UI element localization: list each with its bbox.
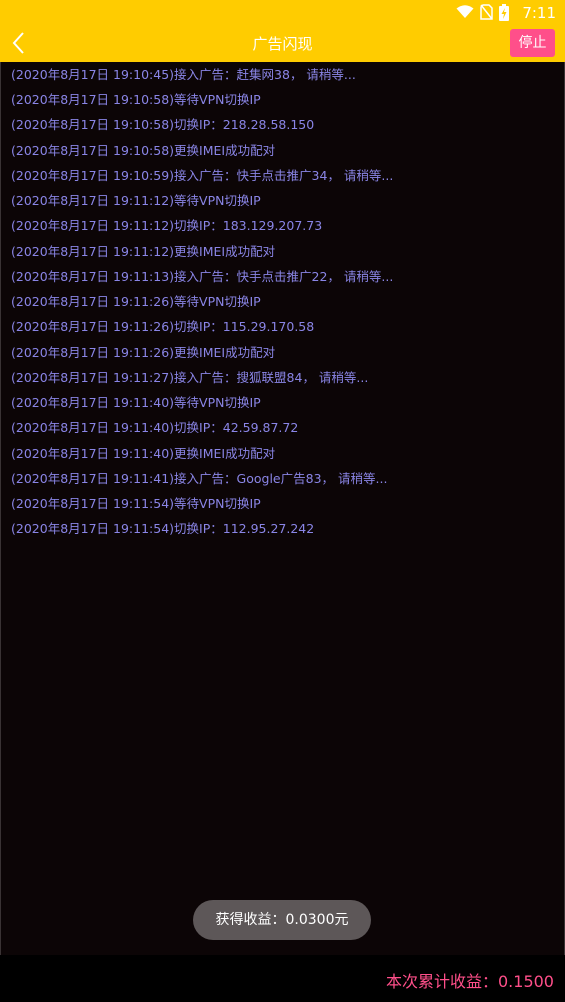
page-title: 广告闪现 xyxy=(252,35,313,53)
footer-bar: 本次累计收益：0.1500 xyxy=(0,955,565,1002)
status-time: 7:11 xyxy=(522,4,556,22)
stop-button[interactable]: 停止 xyxy=(510,29,555,57)
log-line: (2020年8月17日 19:11:12)等待VPN切换IP xyxy=(11,193,261,208)
log-line: (2020年8月17日 19:11:40)等待VPN切换IP xyxy=(11,395,261,410)
no-sim-icon xyxy=(480,4,493,20)
log-line: (2020年8月17日 19:11:41)接入广告：Google广告83， 请稍… xyxy=(11,471,388,486)
log-line: (2020年8月17日 19:11:54)等待VPN切换IP xyxy=(11,496,261,511)
log-line: (2020年8月17日 19:10:58)更换IMEI成功配对 xyxy=(11,143,276,158)
log-line: (2020年8月17日 19:10:59)接入广告：快手点击推广34， 请稍等.… xyxy=(11,168,394,183)
log-line: (2020年8月17日 19:11:54)切换IP：112.95.27.242 xyxy=(11,521,315,536)
log-line: (2020年8月17日 19:11:27)接入广告：搜狐联盟84， 请稍等... xyxy=(11,370,369,385)
status-icons xyxy=(456,3,509,21)
log-line: (2020年8月17日 19:10:58)切换IP：218.28.58.150 xyxy=(11,117,315,132)
log-line: (2020年8月17日 19:11:40)更换IMEI成功配对 xyxy=(11,446,276,461)
log-line: (2020年8月17日 19:11:13)接入广告：快手点击推广22， 请稍等.… xyxy=(11,269,394,284)
battery-charging-icon xyxy=(499,3,509,21)
log-line: (2020年8月17日 19:10:45)接入广告：赶集网38， 请稍等... xyxy=(11,67,356,82)
log-line: (2020年8月17日 19:11:26)切换IP：115.29.170.58 xyxy=(11,319,315,334)
total-earnings: 本次累计收益：0.1500 xyxy=(386,972,554,991)
log-panel[interactable]: (2020年8月17日 19:10:45)接入广告：赶集网38， 请稍等... … xyxy=(0,62,565,955)
app-header: 7:11 广告闪现 停止 xyxy=(0,0,565,62)
log-line: (2020年8月17日 19:11:40)切换IP：42.59.87.72 xyxy=(11,420,299,435)
log-line: (2020年8月17日 19:11:12)更换IMEI成功配对 xyxy=(11,244,276,259)
log-line: (2020年8月17日 19:11:26)等待VPN切换IP xyxy=(11,294,261,309)
log-line: (2020年8月17日 19:10:58)等待VPN切换IP xyxy=(11,92,261,107)
log-line: (2020年8月17日 19:11:26)更换IMEI成功配对 xyxy=(11,345,276,360)
earnings-toast: 获得收益：0.0300元 xyxy=(193,900,371,940)
log-line: (2020年8月17日 19:11:12)切换IP：183.129.207.73 xyxy=(11,218,323,233)
wifi-icon xyxy=(456,5,474,18)
